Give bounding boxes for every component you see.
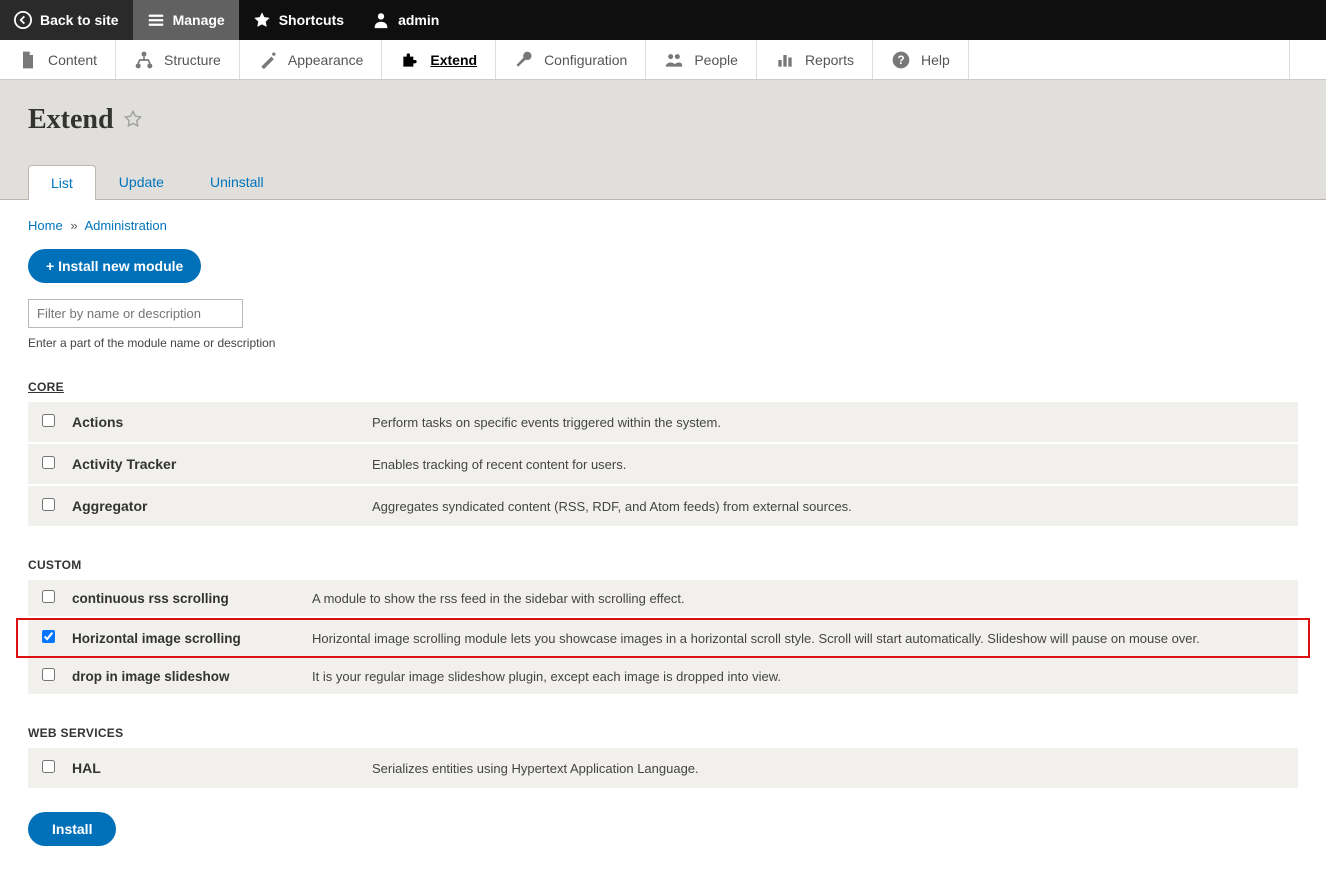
page-title: Extend — [28, 104, 1298, 136]
manage-label: Manage — [173, 12, 225, 28]
module-desc: Horizontal image scrolling module lets y… — [312, 631, 1284, 646]
highlighted-row-wrapper: Horizontal image scrolling Horizontal im… — [16, 618, 1310, 658]
section-web-services: HAL Serializes entities using Hypertext … — [28, 748, 1298, 790]
shortcuts-label: Shortcuts — [279, 12, 344, 28]
module-row: HAL Serializes entities using Hypertext … — [28, 748, 1298, 790]
sitemap-icon — [134, 50, 154, 70]
module-checkbox-actions[interactable] — [42, 414, 55, 427]
tab-label: Update — [119, 174, 164, 190]
admin-menu-content[interactable]: Content — [0, 40, 116, 79]
module-checkbox-horizontal-image-scrolling[interactable] — [42, 630, 55, 643]
heading-region: Extend List Update Uninstall — [0, 80, 1326, 200]
module-row: Activity Tracker Enables tracking of rec… — [28, 444, 1298, 486]
admin-menu-extend[interactable]: Extend — [382, 40, 496, 79]
filter-block: Enter a part of the module name or descr… — [28, 299, 1298, 350]
admin-menu-edge[interactable] — [1289, 40, 1326, 79]
module-checkbox-drop-in-slideshow[interactable] — [42, 668, 55, 681]
section-web-services-title[interactable]: WEB SERVICES — [28, 726, 1298, 740]
module-name[interactable]: Actions — [72, 414, 372, 430]
primary-tabs: List Update Uninstall — [28, 164, 1298, 199]
module-row: Actions Perform tasks on specific events… — [28, 402, 1298, 444]
breadcrumb: Home » Administration — [28, 218, 1298, 233]
module-desc: Serializes entities using Hypertext Appl… — [372, 761, 1284, 776]
module-checkbox-continuous-rss[interactable] — [42, 590, 55, 603]
document-icon — [18, 50, 38, 70]
module-row: Aggregator Aggregates syndicated content… — [28, 486, 1298, 528]
module-row: Horizontal image scrolling Horizontal im… — [28, 620, 1298, 656]
star-outline-icon[interactable] — [124, 104, 142, 136]
puzzle-icon — [400, 50, 420, 70]
breadcrumb-administration[interactable]: Administration — [84, 218, 166, 233]
module-name[interactable]: Horizontal image scrolling — [72, 631, 312, 646]
module-desc: Aggregates syndicated content (RSS, RDF,… — [372, 499, 1284, 514]
tab-label: Uninstall — [210, 174, 264, 190]
breadcrumb-home[interactable]: Home — [28, 218, 63, 233]
admin-menu-label: Configuration — [544, 52, 627, 68]
magic-wand-icon — [258, 50, 278, 70]
bar-chart-icon — [775, 50, 795, 70]
toolbar: Back to site Manage Shortcuts admin — [0, 0, 1326, 40]
module-desc: Perform tasks on specific events trigger… — [372, 415, 1284, 430]
user-label: admin — [398, 12, 439, 28]
admin-menu-label: Appearance — [288, 52, 364, 68]
shortcuts-button[interactable]: Shortcuts — [239, 0, 358, 40]
module-desc: Enables tracking of recent content for u… — [372, 457, 1284, 472]
admin-menu-people[interactable]: People — [646, 40, 757, 79]
module-checkbox-hal[interactable] — [42, 760, 55, 773]
admin-menu-label: Help — [921, 52, 950, 68]
section-core: Actions Perform tasks on specific events… — [28, 402, 1298, 528]
filter-input[interactable] — [28, 299, 243, 328]
page-title-text: Extend — [28, 104, 114, 136]
admin-menu-label: Structure — [164, 52, 221, 68]
admin-menu-label: Content — [48, 52, 97, 68]
help-icon: ? — [891, 50, 911, 70]
module-checkbox-aggregator[interactable] — [42, 498, 55, 511]
module-desc: It is your regular image slideshow plugi… — [312, 669, 1284, 684]
breadcrumb-sep: » — [70, 218, 77, 233]
section-core-title[interactable]: CORE — [28, 380, 1298, 394]
module-name[interactable]: Aggregator — [72, 498, 372, 514]
admin-menu-appearance[interactable]: Appearance — [240, 40, 383, 79]
star-icon — [253, 11, 271, 29]
section-custom-title[interactable]: CUSTOM — [28, 558, 1298, 572]
people-icon — [664, 50, 684, 70]
tab-update[interactable]: Update — [96, 164, 187, 199]
install-button[interactable]: Install — [28, 812, 116, 846]
admin-menu-configuration[interactable]: Configuration — [496, 40, 646, 79]
admin-menu-reports[interactable]: Reports — [757, 40, 873, 79]
tab-uninstall[interactable]: Uninstall — [187, 164, 287, 199]
wrench-icon — [514, 50, 534, 70]
admin-menu-structure[interactable]: Structure — [116, 40, 240, 79]
module-name[interactable]: HAL — [72, 760, 372, 776]
user-icon — [372, 11, 390, 29]
module-desc: A module to show the rss feed in the sid… — [312, 591, 1284, 606]
svg-text:?: ? — [897, 54, 904, 67]
section-custom: continuous rss scrolling A module to sho… — [28, 580, 1298, 696]
module-name[interactable]: continuous rss scrolling — [72, 591, 312, 606]
filter-help-text: Enter a part of the module name or descr… — [28, 336, 1298, 350]
tab-label: List — [51, 175, 73, 191]
back-to-site-button[interactable]: Back to site — [0, 0, 133, 40]
install-new-module-button[interactable]: + Install new module — [28, 249, 201, 283]
admin-menu-help[interactable]: ? Help — [873, 40, 969, 79]
module-name[interactable]: drop in image slideshow — [72, 669, 312, 684]
admin-menu-label: Reports — [805, 52, 854, 68]
back-to-site-label: Back to site — [40, 12, 119, 28]
tab-list[interactable]: List — [28, 165, 96, 200]
module-name[interactable]: Activity Tracker — [72, 456, 372, 472]
content-region: Home » Administration + Install new modu… — [0, 200, 1326, 876]
admin-menu-label: People — [694, 52, 738, 68]
chevron-left-circle-icon — [14, 11, 32, 29]
module-row: continuous rss scrolling A module to sho… — [28, 580, 1298, 618]
admin-menu-label: Extend — [430, 52, 477, 68]
module-checkbox-activity-tracker[interactable] — [42, 456, 55, 469]
admin-menu: Content Structure Appearance Extend Conf… — [0, 40, 1326, 80]
module-row: drop in image slideshow It is your regul… — [28, 658, 1298, 696]
user-menu-button[interactable]: admin — [358, 0, 453, 40]
hamburger-icon — [147, 11, 165, 29]
manage-button[interactable]: Manage — [133, 0, 239, 40]
